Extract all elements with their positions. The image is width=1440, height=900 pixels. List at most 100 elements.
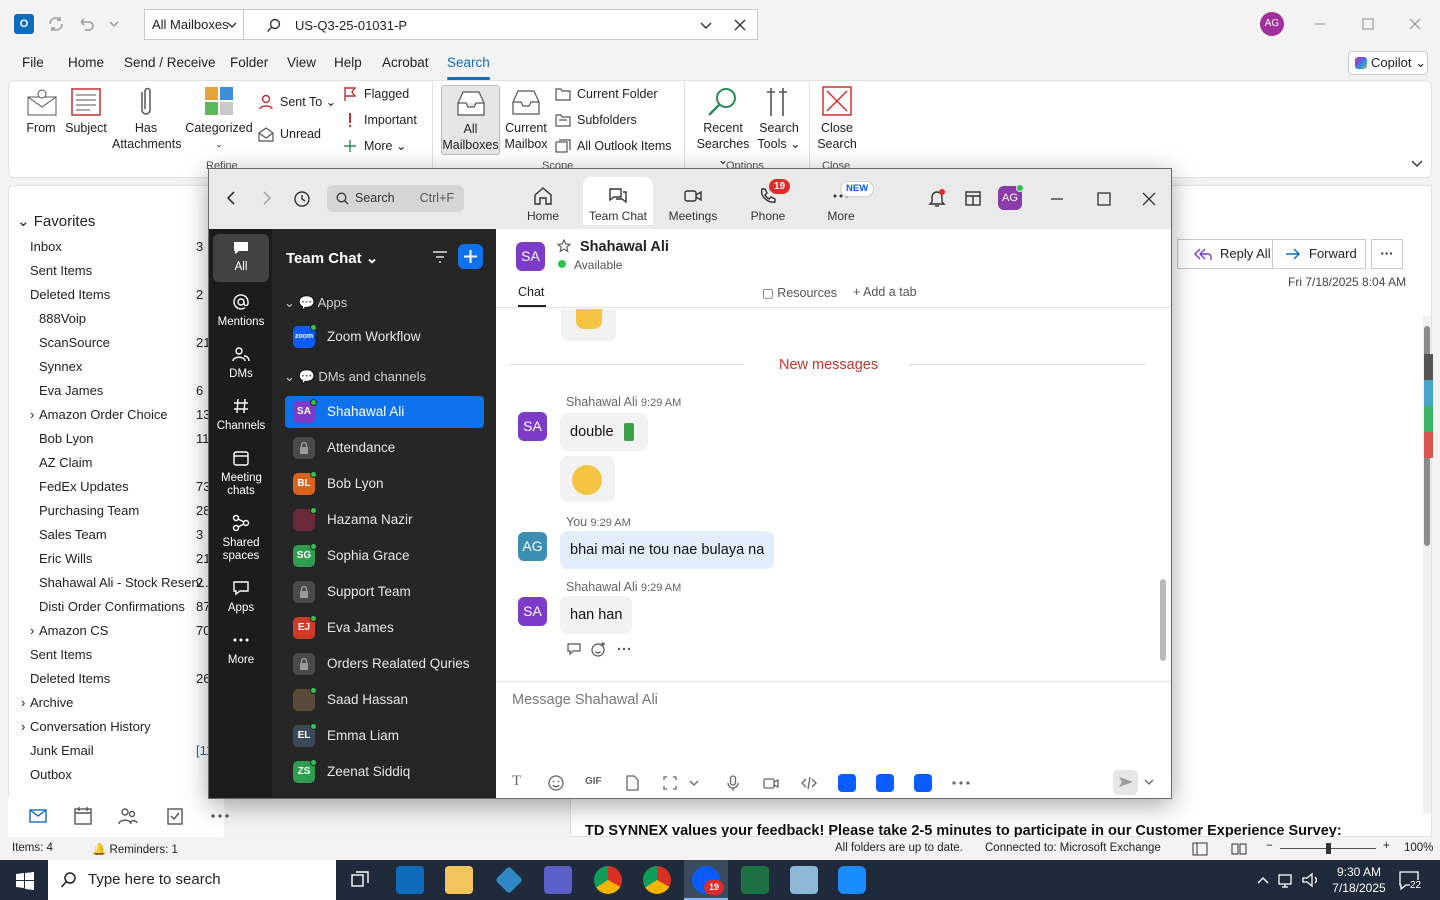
tasks-icon[interactable]	[165, 806, 185, 826]
tab-search[interactable]: Search	[447, 55, 490, 80]
tab-chat[interactable]: Chat	[518, 285, 544, 299]
rail-more[interactable]: More	[213, 631, 269, 667]
tab-folder[interactable]: Folder	[230, 55, 268, 70]
subject-button[interactable]: Subject	[62, 120, 110, 136]
forward-icon[interactable]	[261, 191, 273, 205]
search-tools-button[interactable]: Search Tools ⌄	[756, 120, 802, 152]
minimize-icon[interactable]	[1049, 191, 1065, 207]
reply-icon[interactable]	[566, 642, 582, 656]
folder-item[interactable]: Junk Email	[30, 739, 94, 763]
contact-avatar[interactable]: SA	[516, 242, 545, 271]
folder-item[interactable]: Bob Lyon	[39, 427, 93, 451]
folder-item[interactable]: › Amazon Order Choice	[30, 403, 168, 427]
message-avatar[interactable]: AG	[518, 532, 547, 561]
chevron-right-icon[interactable]: ›	[21, 691, 25, 715]
sent-to-button[interactable]: Sent To ⌄	[258, 92, 336, 112]
nav-more[interactable]: More NEW	[806, 177, 876, 225]
rail-all[interactable]: All	[213, 234, 269, 282]
mailbox-scope-dropdown[interactable]: All Mailboxes	[144, 9, 244, 40]
volume-icon[interactable]	[1302, 872, 1320, 888]
list-item[interactable]: SG Sophia Grace	[285, 540, 484, 572]
scrollbar[interactable]	[1160, 579, 1166, 661]
tab-send-receive[interactable]: Send / Receive	[124, 55, 216, 70]
app-integration-icon[interactable]	[838, 774, 856, 792]
message-bubble[interactable]	[560, 456, 615, 502]
message-avatar[interactable]: SA	[518, 412, 547, 441]
taskbar-outlook-icon[interactable]	[396, 866, 424, 894]
copilot-button[interactable]: Copilot ⌄	[1348, 51, 1428, 75]
chevron-down-icon[interactable]	[689, 779, 699, 787]
more-options-icon[interactable]	[617, 647, 631, 651]
categorized-button[interactable]: Categorized ⌄	[183, 120, 255, 152]
app-integration-icon[interactable]	[876, 774, 894, 792]
list-item[interactable]: Attendance	[285, 432, 484, 464]
list-item[interactable]: ZS Zeenat Siddiq	[285, 756, 484, 788]
taskbar-teams-icon[interactable]	[544, 866, 572, 894]
folder-item[interactable]: Synnex	[39, 355, 82, 379]
tab-add-a-tab[interactable]: + Add a tab	[853, 285, 917, 299]
more-options-icon[interactable]	[952, 780, 970, 786]
taskbar-notepad-icon[interactable]	[790, 866, 818, 894]
contact-name[interactable]: Shahawal Ali	[580, 239, 669, 255]
search-box[interactable]: US-Q3-25-01031-P	[244, 9, 758, 40]
important-button[interactable]: Important	[342, 110, 417, 130]
gif-button[interactable]: GIF	[585, 776, 602, 787]
nav-home[interactable]: Home	[508, 177, 578, 225]
all-outlook-items-button[interactable]: All Outlook Items	[555, 136, 671, 156]
rail-meeting-chats[interactable]: Meeting chats	[213, 449, 269, 498]
zoom-in-button[interactable]: +	[1383, 840, 1390, 852]
file-icon[interactable]	[623, 774, 641, 792]
folder-item[interactable]: Inbox	[30, 235, 62, 259]
list-item[interactable]: SA Shahawal Ali	[285, 396, 484, 428]
nav-phone[interactable]: Phone 19	[733, 177, 803, 225]
folder-item[interactable]: Deleted Items	[30, 283, 110, 307]
sync-icon[interactable]	[46, 14, 66, 34]
more-icon[interactable]	[210, 806, 230, 826]
message-bubble[interactable]: han han	[560, 596, 633, 634]
taskbar-file-explorer-icon[interactable]	[445, 866, 473, 894]
undo-icon[interactable]	[76, 14, 96, 34]
all-mailboxes-button[interactable]: All Mailboxes	[441, 85, 500, 155]
folder-item[interactable]: Outbox	[30, 763, 72, 787]
tab-acrobat[interactable]: Acrobat	[382, 55, 429, 70]
tab-file[interactable]: File	[22, 55, 44, 70]
search-query[interactable]: US-Q3-25-01031-P	[295, 18, 407, 33]
reminders-link[interactable]: 🔔 Reminders: 1	[92, 842, 178, 856]
list-item[interactable]: EL Emma Liam	[285, 720, 484, 752]
folder-item[interactable]: Sales Team	[39, 523, 107, 547]
rail-mentions[interactable]: Mentions	[213, 293, 269, 329]
mail-icon[interactable]	[28, 806, 48, 826]
chevron-up-icon[interactable]	[1256, 873, 1270, 887]
list-item[interactable]: Hazama Nazir	[285, 504, 484, 536]
more-actions-button[interactable]: ···	[1371, 239, 1403, 269]
tab-help[interactable]: Help	[334, 55, 362, 70]
chevron-down-icon[interactable]	[1144, 778, 1154, 786]
folder-item[interactable]: Eva James	[39, 379, 103, 403]
close-icon[interactable]	[1405, 14, 1425, 34]
format-text-icon[interactable]: T	[512, 773, 521, 790]
folder-item[interactable]: Shahawal Ali - Stock Reserv...	[39, 571, 212, 595]
calendar-icon[interactable]	[964, 189, 982, 207]
maximize-icon[interactable]	[1096, 191, 1112, 207]
zoom-out-button[interactable]: −	[1266, 840, 1273, 852]
list-item[interactable]: BL Bob Lyon	[285, 468, 484, 500]
star-icon[interactable]	[557, 239, 571, 253]
taskbar-search[interactable]: Type here to search	[48, 860, 336, 900]
folder-item[interactable]: AZ Claim	[39, 451, 92, 475]
folder-item[interactable]: Deleted Items	[30, 667, 110, 691]
rail-channels[interactable]: Channels	[213, 397, 269, 433]
tab-view[interactable]: View	[287, 55, 316, 70]
folder-item[interactable]: › Amazon CS	[30, 619, 108, 643]
folder-item[interactable]: Eric Wills	[39, 547, 92, 571]
apps-section-header[interactable]: ⌄ 💬 Apps	[284, 295, 347, 311]
list-item[interactable]: Support Team	[285, 576, 484, 608]
zoom-slider[interactable]	[1280, 843, 1376, 854]
message-bubble[interactable]: bhai mai ne tou nae bulaya na	[560, 531, 775, 569]
favorites-header[interactable]: ⌄ Favorites	[17, 212, 95, 230]
list-item[interactable]: EJ Eva James	[285, 612, 484, 644]
taskbar-app-icon[interactable]	[838, 866, 866, 894]
nav-team-chat[interactable]: Team Chat	[583, 177, 653, 225]
folder-item[interactable]: 888Voip	[39, 307, 86, 331]
taskbar-excel-icon[interactable]	[741, 866, 769, 894]
windows-start-icon[interactable]	[15, 871, 35, 891]
